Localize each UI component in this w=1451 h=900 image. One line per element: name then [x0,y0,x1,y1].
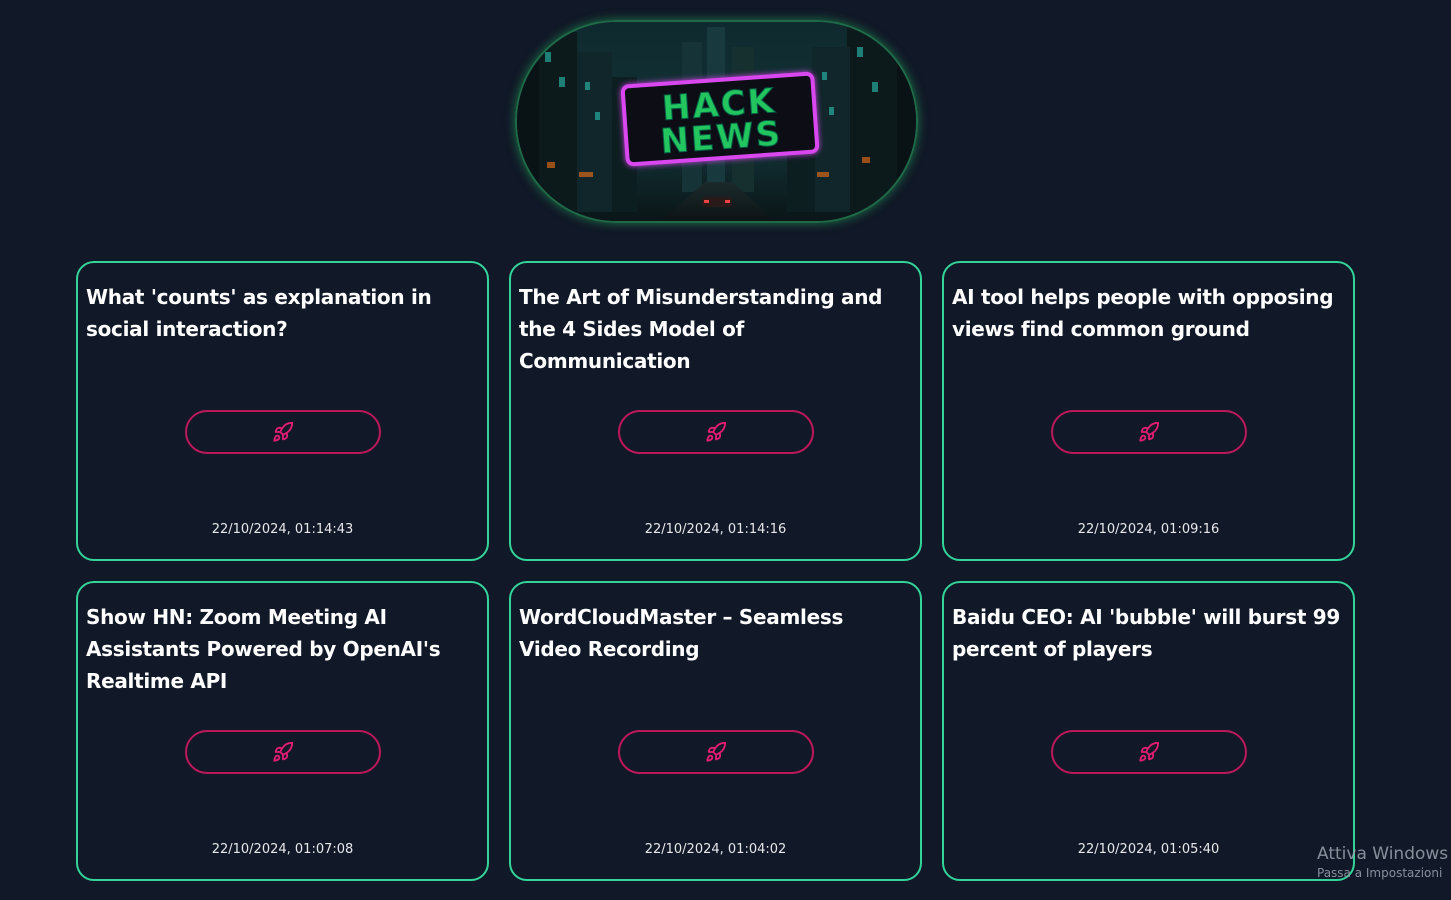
open-link-button[interactable] [617,730,814,774]
news-title: AI tool helps people with opposing views… [952,285,1334,341]
news-card: Baidu CEO: AI 'bubble' will burst 99 per… [942,581,1355,881]
news-title: WordCloudMaster – Seamless Video Recordi… [519,605,844,661]
open-link-button[interactable] [184,410,381,454]
news-title: What 'counts' as explanation in social i… [86,285,432,341]
rocket-icon [1138,421,1159,442]
rocket-icon [1138,741,1159,762]
news-title: The Art of Misunderstanding and the 4 Si… [519,285,883,373]
open-link-button[interactable] [1050,410,1247,454]
news-title: Baidu CEO: AI 'bubble' will burst 99 per… [952,605,1340,661]
hack-news-logo: HACK NEWS [515,20,918,223]
rocket-icon [272,421,293,442]
watermark-title: Attiva Windows [1317,844,1449,864]
open-link-button[interactable] [184,730,381,774]
logo-image: HACK NEWS [517,22,916,221]
open-link-button[interactable] [1050,730,1247,774]
news-date: 22/10/2024, 01:07:08 [211,842,354,857]
rocket-icon [705,741,726,762]
news-grid: What 'counts' as explanation in social i… [76,261,1356,881]
news-card: The Art of Misunderstanding and the 4 Si… [509,261,922,561]
rocket-icon [705,421,726,442]
news-card: WordCloudMaster – Seamless Video Recordi… [509,581,922,881]
open-link-button[interactable] [617,410,814,454]
rocket-icon [272,741,293,762]
watermark-subtitle: Passa a Impostazioni [1317,866,1443,880]
news-date: 22/10/2024, 01:14:43 [211,522,354,537]
news-date: 22/10/2024, 01:05:40 [1077,842,1220,857]
news-date: 22/10/2024, 01:09:16 [1077,522,1220,537]
news-date: 22/10/2024, 01:14:16 [644,522,787,537]
news-card: What 'counts' as explanation in social i… [76,261,489,561]
news-card: AI tool helps people with opposing views… [942,261,1355,561]
logo-line2: NEWS [659,114,783,162]
news-card: Show HN: Zoom Meeting AI Assistants Powe… [76,581,489,881]
news-date: 22/10/2024, 01:04:02 [644,842,787,857]
news-title: Show HN: Zoom Meeting AI Assistants Powe… [86,605,441,693]
windows-activation-watermark: Attiva Windows Passa a Impostazioni [1317,844,1448,880]
